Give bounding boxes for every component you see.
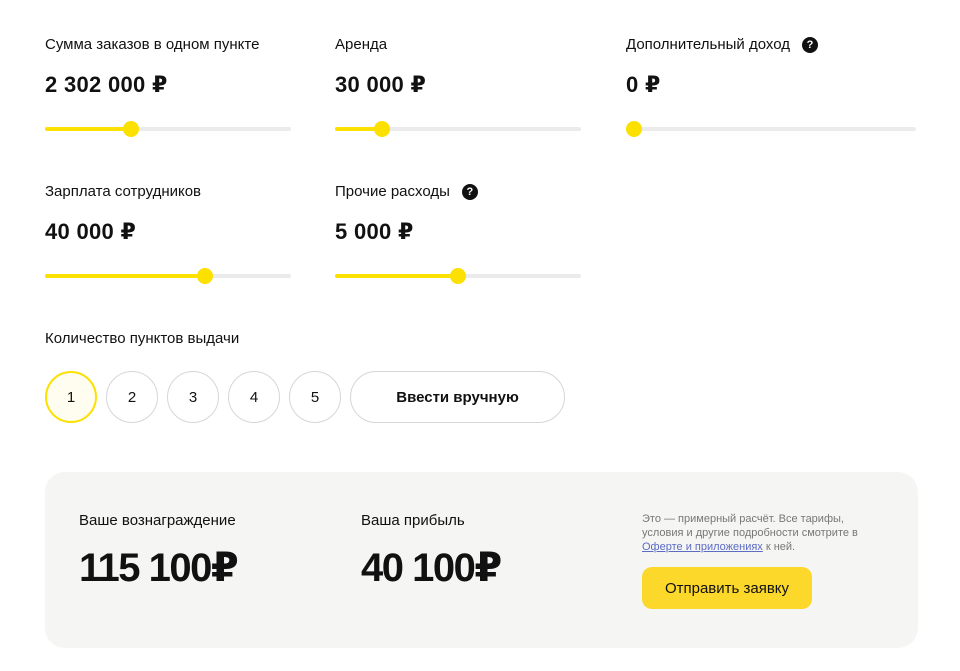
slider-track [626,127,916,131]
orders-sum-slider[interactable] [45,121,291,137]
orders-sum-value[interactable]: 2 302 000 ₽ [45,72,291,98]
disclaimer-tail: к ней. [762,541,796,553]
rent-slider[interactable] [335,121,581,137]
rent-field: Аренда 30 000 ₽ [335,36,581,137]
extra-income-value[interactable]: 0 ₽ [626,72,916,98]
manual-input-button[interactable]: Ввести вручную [350,371,565,423]
slider-thumb[interactable] [196,268,213,284]
extra-income-field: Дополнительный доход ? 0 ₽ [626,36,916,137]
points-count-label: Количество пунктов выдачи [45,330,240,347]
other-expenses-slider[interactable] [335,268,581,284]
slider-fill [335,127,377,131]
disclaimer: Это — примерный расчёт. Все тарифы, усло… [642,512,872,554]
help-icon[interactable]: ? [801,37,818,53]
result-card: Ваше вознаграждение 115 100₽ Ваша прибыл… [45,472,918,648]
extra-income-slider[interactable] [626,121,916,137]
points-selector: 1 2 3 4 5 Ввести вручную [45,371,565,423]
points-option-3[interactable]: 3 [167,371,219,423]
other-expenses-label: Прочие расходы [335,183,450,200]
profit-value: 40 100₽ [361,546,502,590]
slider-thumb[interactable] [123,121,140,137]
salary-field: Зарплата сотрудников 40 000 ₽ [45,183,291,284]
reward-label: Ваше вознаграждение [79,512,236,529]
orders-sum-field: Сумма заказов в одном пункте 2 302 000 ₽ [45,36,291,137]
slider-fill [45,127,129,131]
salary-label: Зарплата сотрудников [45,183,202,200]
slider-thumb[interactable] [626,121,642,137]
points-option-5[interactable]: 5 [289,371,341,423]
slider-fill [335,274,458,278]
slider-fill [45,274,208,278]
rent-label: Аренда [335,36,388,53]
offer-link[interactable]: Оферте и приложениях [642,541,763,553]
other-expenses-field: Прочие расходы ? 5 000 ₽ [335,183,581,284]
other-expenses-value[interactable]: 5 000 ₽ [335,219,581,245]
submit-application-button[interactable]: Отправить заявку [642,567,812,609]
points-option-1[interactable]: 1 [45,371,97,423]
slider-thumb[interactable] [374,121,391,137]
salary-value[interactable]: 40 000 ₽ [45,219,291,245]
disclaimer-text: Это — примерный расчёт. Все тарифы, усло… [642,513,858,539]
points-option-4[interactable]: 4 [228,371,280,423]
rent-value[interactable]: 30 000 ₽ [335,72,581,98]
profit-label: Ваша прибыль [361,512,465,529]
orders-sum-label: Сумма заказов в одном пункте [45,36,260,53]
extra-income-label: Дополнительный доход [626,36,790,53]
slider-thumb[interactable] [450,268,466,284]
reward-value: 115 100₽ [79,546,239,590]
salary-slider[interactable] [45,268,291,284]
points-option-2[interactable]: 2 [106,371,158,423]
help-icon[interactable]: ? [461,184,478,200]
